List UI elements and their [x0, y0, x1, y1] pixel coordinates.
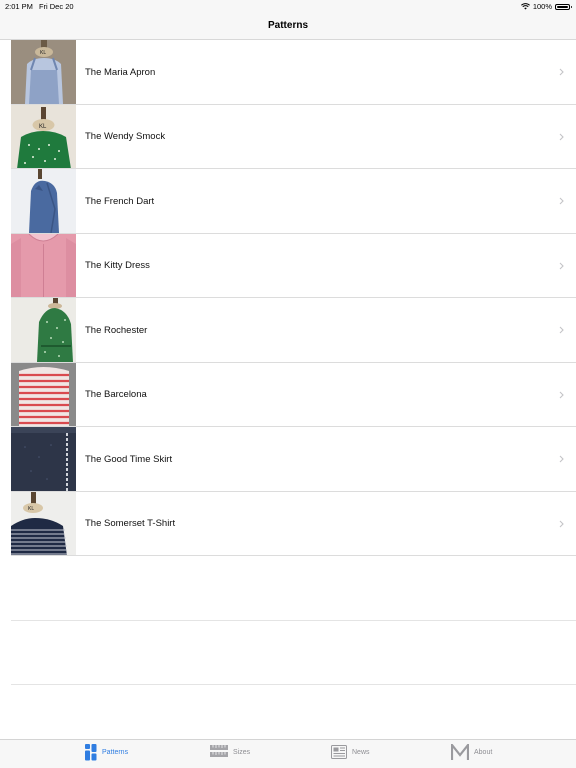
tab-about[interactable]: About — [451, 744, 492, 761]
chevron-right-icon — [559, 68, 564, 76]
tab-bar: Patterns Sizes News About — [0, 739, 576, 768]
chevron-right-icon — [559, 133, 564, 141]
pattern-thumbnail — [11, 298, 76, 362]
tab-label: Sizes — [233, 748, 251, 756]
wifi-icon — [520, 3, 530, 10]
chevron-right-icon — [559, 326, 564, 334]
pattern-thumbnail: KL — [11, 40, 76, 104]
empty-row — [0, 621, 576, 686]
tab-label: About — [474, 749, 493, 756]
newspaper-icon — [331, 745, 347, 759]
chevron-right-icon — [559, 197, 564, 205]
pattern-row-maria-apron[interactable]: KL The Maria Apron — [0, 40, 576, 105]
pattern-row-somerset-t-shirt[interactable]: KL The Somerset T-Shirt — [0, 491, 576, 557]
svg-text:KL: KL — [40, 50, 46, 56]
pattern-row-rochester[interactable]: The Rochester — [0, 298, 576, 363]
m-logo-icon — [451, 744, 469, 760]
pattern-row-barcelona[interactable]: The Barcelona — [0, 362, 576, 428]
tab-patterns[interactable]: Patterns — [85, 744, 128, 761]
pattern-thumbnail — [11, 362, 76, 427]
pattern-row-french-dart[interactable]: The French Dart — [0, 169, 576, 234]
pattern-thumbnail — [11, 427, 76, 491]
pattern-row-good-time-skirt[interactable]: The Good Time Skirt — [0, 427, 576, 492]
empty-row — [0, 556, 576, 621]
svg-text:KL: KL — [28, 506, 34, 512]
chevron-right-icon — [559, 455, 564, 463]
pattern-name: The Good Time Skirt — [85, 453, 173, 465]
grid-icon — [85, 744, 97, 761]
pattern-row-wendy-smock[interactable]: KL The Wendy Smock — [0, 104, 576, 170]
battery-percent: 100% — [532, 2, 552, 11]
svg-text:KL: KL — [39, 124, 47, 130]
battery-fill — [557, 5, 568, 8]
pattern-row-kitty-dress[interactable]: The Kitty Dress — [0, 233, 576, 299]
pattern-name: The Wendy Smock — [85, 131, 166, 143]
pattern-name: The Somerset T-Shirt — [85, 518, 176, 530]
pattern-thumbnail — [11, 233, 76, 298]
pattern-name: The Rochester — [85, 324, 148, 336]
battery-icon — [555, 3, 572, 10]
pattern-thumbnail: KL — [11, 491, 76, 556]
status-date: Fri Dec 20 — [38, 2, 74, 11]
pattern-list[interactable]: KL The Maria Apron KL The Wendy Smock Th… — [0, 40, 576, 685]
chevron-right-icon — [559, 520, 564, 528]
pattern-name: The Maria Apron — [85, 66, 156, 78]
tab-label: Patterns — [102, 749, 129, 756]
pattern-name: The French Dart — [85, 195, 155, 207]
pattern-thumbnail — [11, 169, 76, 233]
status-time: 2:01 PM — [5, 2, 33, 11]
status-right: 100% — [520, 2, 572, 11]
tape-measure-icon — [210, 745, 228, 757]
page-title: Patterns — [267, 19, 308, 31]
pattern-thumbnail: KL — [11, 104, 76, 169]
tab-news[interactable]: News — [331, 744, 370, 760]
status-bar: 2:01 PM Fri Dec 20 100% — [0, 0, 576, 12]
navigation-bar: Patterns — [0, 12, 576, 40]
pattern-name: The Barcelona — [85, 389, 147, 401]
status-left: 2:01 PM Fri Dec 20 — [5, 2, 74, 11]
tab-sizes[interactable]: Sizes — [210, 744, 250, 760]
pattern-name: The Kitty Dress — [85, 260, 150, 272]
chevron-right-icon — [559, 262, 564, 270]
tab-label: News — [352, 748, 370, 756]
chevron-right-icon — [559, 391, 564, 399]
